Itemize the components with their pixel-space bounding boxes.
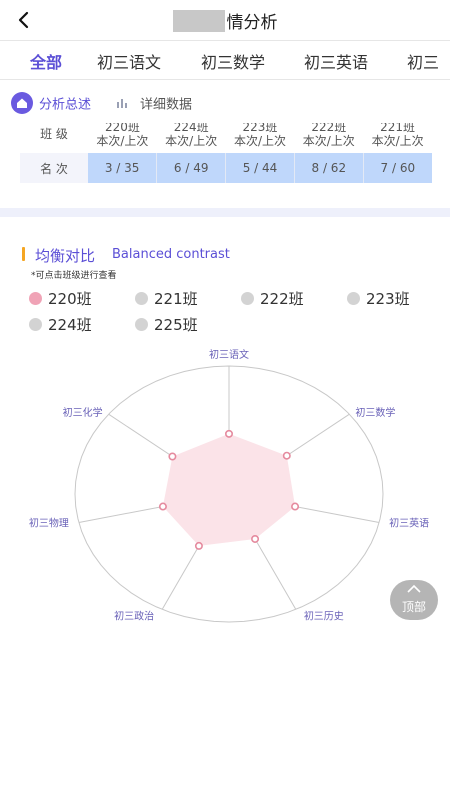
rank-table: 班 级 220班 本次/上次 224班 本次/上次 223班 本次/上次 222班 本次… [20, 123, 432, 183]
table-row: 名 次 3 / 35 6 / 49 5 / 44 8 / 62 7 / 60 [20, 153, 432, 183]
subheader: 本次/上次 [371, 134, 424, 148]
tab-chinese[interactable]: 初三语文 [97, 49, 161, 73]
header-label: 班 级 [40, 127, 68, 141]
tab-english[interactable]: 初三英语 [304, 49, 368, 73]
legend-dot [241, 292, 254, 305]
subtab-overview-label: 分析总述 [39, 97, 92, 113]
radar-series-area [162, 433, 296, 546]
table-cell: 5 / 44 [225, 153, 295, 183]
legend-item-223[interactable]: 223班 [347, 288, 410, 309]
section-title-cn: 均衡对比 [35, 247, 96, 265]
table-header-row: 班 级 220班 本次/上次 224班 本次/上次 223班 本次/上次 222班 本次… [20, 123, 432, 153]
radar-axis-label: 初三历史 [304, 609, 344, 622]
legend-label: 220班 [48, 290, 92, 308]
tab-math[interactable]: 初三数学 [201, 49, 265, 73]
class-header: 224班 [173, 123, 209, 134]
row-label-rank: 名 次 [20, 153, 88, 183]
app-header: 情分析 [0, 0, 450, 40]
legend-dot [347, 292, 360, 305]
radar-axis-label: 初三政治 [114, 609, 154, 622]
column-header: 223班 本次/上次 [225, 123, 295, 153]
column-header: 222班 本次/上次 [294, 123, 364, 153]
subheader: 本次/上次 [96, 134, 149, 148]
section-accent-bar [22, 247, 25, 261]
legend-dot [29, 318, 42, 331]
table-cell: 7 / 60 [363, 153, 432, 183]
legend-label: 225班 [154, 316, 198, 334]
radar-axis-label: 初三语文 [209, 348, 249, 361]
legend-item-221[interactable]: 221班 [135, 288, 198, 309]
table-cell: 8 / 62 [294, 153, 364, 183]
class-header: 220班 [104, 123, 140, 134]
subtab-overview[interactable]: 分析总述 [11, 92, 91, 114]
back-to-top-label: 顶部 [401, 600, 426, 614]
table-cell: 3 / 35 [88, 153, 158, 183]
subtab-details-label: 详细数据 [140, 97, 193, 113]
table-cell: 6 / 49 [156, 153, 227, 183]
radar-axis-label: 初三数学 [355, 406, 395, 419]
section-divider [0, 208, 450, 217]
radar-axis-label: 初三化学 [63, 406, 103, 419]
legend-label: 222班 [260, 290, 304, 308]
column-header-class: 班 级 [20, 123, 88, 153]
column-header: 224班 本次/上次 [156, 123, 226, 153]
view-switcher: 分析总述 详细数据 [0, 88, 450, 120]
page-title: 情分析 [0, 8, 450, 33]
radar-data-point [158, 502, 167, 511]
legend-label: 224班 [48, 316, 92, 334]
legend-item-224[interactable]: 224班 [29, 314, 92, 335]
radar-axis-label: 初三物理 [29, 516, 69, 529]
redacted-title-block [172, 9, 225, 32]
chevron-up-icon [407, 584, 421, 593]
back-to-top-button[interactable]: 顶部 [390, 580, 438, 620]
class-header: 222班 [311, 123, 347, 134]
page-title-text: 情分析 [226, 13, 278, 33]
legend-dot [135, 318, 148, 331]
radar-data-point [194, 541, 203, 550]
class-header: 221班 [380, 123, 416, 134]
radar-data-point [291, 502, 300, 511]
legend-item-225[interactable]: 225班 [135, 314, 198, 335]
subheader: 本次/上次 [302, 134, 355, 148]
rank-table-container: 班 级 220班 本次/上次 224班 本次/上次 223班 本次/上次 222班 本次… [0, 123, 450, 210]
legend-label: 221班 [154, 290, 198, 308]
column-header: 220班 本次/上次 [88, 123, 157, 153]
radar-chart: 初三语文初三数学初三英语初三历史 初三政治 初三物理 初三化学 [29, 348, 429, 623]
radar-axis-label: 初三英语 [389, 516, 429, 529]
class-header: 223班 [242, 123, 278, 134]
legend-item-220[interactable]: 220班 [29, 288, 92, 309]
home-icon [11, 92, 33, 114]
radar-data-point [282, 451, 291, 460]
subheader: 本次/上次 [233, 134, 287, 148]
tab-all[interactable]: 全部 [30, 49, 62, 73]
radar-data-point [251, 534, 260, 543]
subheader: 本次/上次 [165, 134, 218, 148]
legend-dot [135, 292, 148, 305]
legend-dot [29, 292, 42, 305]
tab-more[interactable]: 初三 [407, 49, 439, 73]
subtab-details[interactable]: 详细数据 [112, 92, 192, 114]
section-title-en: Balanced contrast [112, 247, 230, 262]
radar-data-point [168, 452, 177, 461]
subject-tabs: 全部 初三语文 初三数学 初三英语 初三 [0, 40, 450, 80]
click-hint: *可点击班级进行查看 [31, 271, 117, 281]
bar-chart-icon [112, 92, 134, 114]
radar-data-point [225, 429, 234, 438]
column-header: 221班 本次/上次 [363, 123, 432, 153]
legend-item-222[interactable]: 222班 [241, 288, 304, 309]
legend-label: 223班 [366, 290, 410, 308]
